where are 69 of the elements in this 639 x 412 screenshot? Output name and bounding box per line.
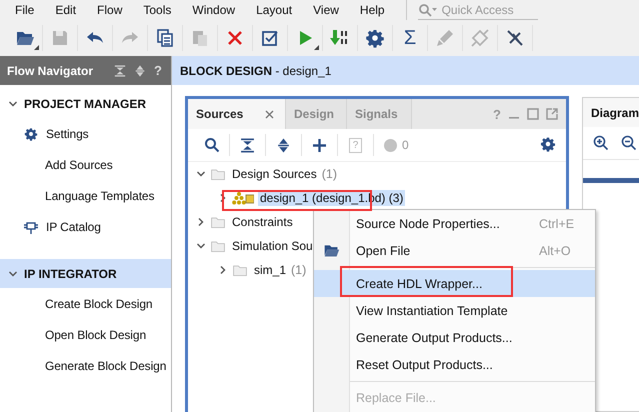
- checkbox-icon[interactable]: [260, 28, 280, 48]
- panel-tab[interactable]: Sources: [188, 99, 286, 129]
- nav-link[interactable]: IP Catalog: [46, 220, 101, 234]
- count-text: (1): [322, 167, 337, 181]
- panel-title: Flow Navigator: [7, 64, 94, 78]
- settings-icon[interactable]: [540, 136, 556, 152]
- section-header[interactable]: IP INTEGRATOR: [0, 259, 171, 288]
- close-icon[interactable]: [265, 110, 274, 118]
- count-text: (1): [291, 263, 306, 277]
- search-icon[interactable]: [204, 137, 220, 153]
- chevron-icon[interactable]: [196, 241, 206, 251]
- menu-item[interactable]: View: [313, 3, 339, 17]
- chevron-icon[interactable]: [8, 98, 18, 108]
- panel-tab[interactable]: Diagram: [583, 98, 639, 127]
- shortcut-text: Ctrl+E: [539, 216, 576, 230]
- help-button[interactable]: ?: [154, 63, 162, 78]
- settings-icon[interactable]: [365, 28, 385, 48]
- zoom-in-icon[interactable]: [593, 135, 609, 151]
- collapse-all-icon[interactable]: [240, 138, 255, 152]
- chevron-icon[interactable]: [196, 217, 206, 227]
- add-icon[interactable]: [312, 138, 327, 152]
- crossed-probe-icon[interactable]: [505, 28, 525, 48]
- menu-item[interactable]: Window: [192, 3, 236, 17]
- menu-item[interactable]: Source Node Properties... Ctrl+E: [314, 210, 595, 237]
- section-title: IP INTEGRATOR: [24, 266, 117, 280]
- section-title: PROJECT MANAGER: [24, 96, 146, 110]
- nav-link[interactable]: Settings: [46, 126, 89, 140]
- tree-item[interactable]: Design Sources: [230, 166, 319, 182]
- quick-access-field[interactable]: Quick Access: [418, 0, 538, 20]
- search-icon: [418, 2, 438, 16]
- tree-item[interactable]: Simulation Sou: [230, 238, 315, 254]
- chevron-icon[interactable]: [196, 169, 206, 179]
- collapse-all-icon[interactable]: [114, 64, 126, 76]
- nav-link[interactable]: Open Block Design: [45, 328, 146, 342]
- menu-item[interactable]: Tools: [143, 3, 172, 17]
- nav-link[interactable]: Create Block Design: [45, 296, 152, 310]
- settings-icon: [24, 126, 38, 140]
- menu-item[interactable]: View Instantiation Template: [314, 297, 595, 324]
- chevron-icon[interactable]: [218, 193, 228, 203]
- dropdown-arrow-icon[interactable]: [314, 45, 319, 50]
- dropdown-arrow-icon[interactable]: [34, 45, 39, 50]
- tree-item[interactable]: Constraints: [230, 214, 295, 230]
- section-header[interactable]: PROJECT MANAGER: [0, 89, 171, 118]
- status-icon: [384, 138, 397, 152]
- nav-link[interactable]: Add Sources: [45, 158, 113, 172]
- menu-item[interactable]: Edit: [55, 3, 76, 17]
- zoom-out-icon[interactable]: [621, 135, 637, 151]
- tree-item[interactable]: sim_1: [252, 262, 288, 278]
- nav-link[interactable]: Generate Block Design: [45, 358, 166, 372]
- expand-all-icon[interactable]: [276, 138, 291, 152]
- chevron-icon[interactable]: [8, 268, 18, 278]
- nav-link[interactable]: Language Templates: [45, 188, 154, 202]
- editor-title: BLOCK DESIGN - design_1: [180, 64, 332, 78]
- hierarchy-icon: [232, 191, 254, 205]
- menu-item[interactable]: Flow: [97, 3, 122, 17]
- menu-item[interactable]: Generate Output Products...: [314, 324, 595, 351]
- menu-item[interactable]: File: [15, 3, 34, 17]
- menu-item[interactable]: Layout: [256, 3, 292, 17]
- chevron-icon[interactable]: [218, 265, 228, 275]
- chip-icon: [24, 220, 38, 234]
- shortcut-text: Alt+O: [539, 244, 572, 258]
- menu-item[interactable]: Help: [360, 3, 385, 17]
- menu-item[interactable]: Reset Output Products...: [314, 351, 595, 378]
- issue-count: 0: [402, 138, 409, 152]
- copy-icon[interactable]: [155, 28, 175, 48]
- expand-all-icon[interactable]: [134, 64, 146, 76]
- sigma-icon[interactable]: Σ: [404, 28, 416, 48]
- menu-item[interactable]: Create HDL Wrapper...: [314, 270, 595, 297]
- menu-item[interactable]: Open File Alt+O: [314, 237, 595, 264]
